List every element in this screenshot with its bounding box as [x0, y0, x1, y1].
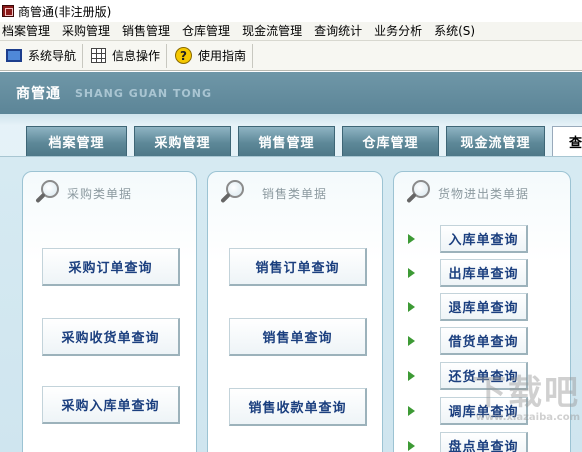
list-item: 出库单查询: [408, 259, 528, 287]
brand-name-cn: 商管通: [16, 86, 61, 102]
menu-bar: 档案管理 采购管理 销售管理 仓库管理 现金流管理 查询统计 业务分析 系统(S…: [0, 22, 582, 41]
stock-panel-header: 货物进出类单据: [404, 178, 529, 208]
menu-warehouse[interactable]: 仓库管理: [176, 22, 236, 41]
monitor-icon: [6, 49, 22, 62]
purchase-panel: 采购类单据 采购订单查询 采购收货单查询 采购入库单查询: [22, 171, 197, 452]
arrow-right-icon: [408, 268, 415, 278]
user-guide-button[interactable]: ? 使用指南: [173, 43, 254, 68]
sales-payment-query-button[interactable]: 销售收款单查询: [229, 388, 367, 426]
inventory-check-query-button[interactable]: 盘点单查询: [440, 432, 528, 452]
magnifier-icon: [404, 178, 434, 208]
menu-system[interactable]: 系统(S): [428, 22, 481, 41]
purchase-order-query-button[interactable]: 采购订单查询: [42, 248, 180, 286]
menu-sales[interactable]: 销售管理: [116, 22, 176, 41]
tab-query[interactable]: 查: [552, 126, 582, 156]
brand-name-en: SHANG GUAN TONG: [75, 86, 212, 100]
magnifier-icon: [218, 178, 248, 208]
list-item: 入库单查询: [408, 225, 528, 253]
tab-cashflow[interactable]: 现金流管理: [446, 126, 545, 156]
sales-order-query-button[interactable]: 销售订单查询: [229, 248, 367, 286]
sub-bar: [0, 114, 582, 126]
user-guide-label: 使用指南: [198, 49, 247, 63]
purchase-panel-title: 采购类单据: [67, 186, 133, 201]
watermark-main: 下载吧: [472, 373, 580, 413]
tab-sales[interactable]: 销售管理: [238, 126, 335, 156]
sales-panel: 销售类单据 销售订单查询 销售单查询 销售收款单查询: [207, 171, 383, 452]
tab-archive[interactable]: 档案管理: [26, 126, 127, 156]
inbound-query-button[interactable]: 入库单查询: [440, 225, 528, 253]
grid-icon: [91, 48, 107, 63]
borrow-query-button[interactable]: 借货单查询: [440, 327, 528, 355]
info-operation-label: 信息操作: [112, 49, 161, 63]
arrow-right-icon: [408, 441, 415, 451]
menu-query[interactable]: 查询统计: [308, 22, 368, 41]
app-icon: [2, 5, 14, 17]
menu-cashflow[interactable]: 现金流管理: [236, 22, 308, 41]
purchase-inbound-query-button[interactable]: 采购入库单查询: [42, 386, 180, 424]
purchase-panel-header: 采购类单据: [33, 178, 132, 208]
outbound-query-button[interactable]: 出库单查询: [440, 259, 528, 287]
brand-bar: 商管通 SHANG GUAN TONG: [0, 72, 582, 114]
menu-purchase[interactable]: 采购管理: [56, 22, 116, 41]
arrow-right-icon: [408, 234, 415, 244]
sales-bill-query-button[interactable]: 销售单查询: [229, 318, 367, 356]
help-icon: ?: [175, 47, 193, 64]
toolbar: 系统导航 信息操作 ? 使用指南: [0, 41, 582, 71]
menu-analysis[interactable]: 业务分析: [368, 22, 428, 41]
list-item: 退库单查询: [408, 293, 528, 321]
system-nav-button[interactable]: 系统导航: [4, 43, 84, 68]
arrow-right-icon: [408, 336, 415, 346]
list-item: 调库单查询: [408, 397, 528, 425]
purchase-receipt-query-button[interactable]: 采购收货单查询: [42, 318, 180, 356]
arrow-right-icon: [408, 406, 415, 416]
return-query-button[interactable]: 退库单查询: [440, 293, 528, 321]
info-operation-button[interactable]: 信息操作: [89, 43, 168, 68]
tab-warehouse[interactable]: 仓库管理: [342, 126, 439, 156]
title-bar: 商管通(非注册版): [0, 0, 582, 22]
stock-panel-title: 货物进出类单据: [438, 186, 530, 201]
system-nav-label: 系统导航: [28, 49, 77, 63]
magnifier-icon: [33, 178, 63, 208]
sales-panel-title: 销售类单据: [262, 186, 328, 201]
arrow-right-icon: [408, 371, 415, 381]
watermark-sub: www.xiazaiba.com: [475, 412, 580, 423]
module-tabs: 档案管理 采购管理 销售管理 仓库管理 现金流管理 查: [26, 126, 582, 156]
list-item: 还货单查询: [408, 362, 528, 390]
arrow-right-icon: [408, 302, 415, 312]
list-item: 借货单查询: [408, 327, 528, 355]
sales-panel-header: 销售类单据: [218, 178, 327, 208]
tab-purchase[interactable]: 采购管理: [134, 126, 231, 156]
menu-archive[interactable]: 档案管理: [0, 22, 56, 41]
watermark: 下载吧 www.xiazaiba.com: [462, 365, 580, 435]
list-item: 盘点单查询: [408, 432, 528, 452]
window-title: 商管通(非注册版): [18, 4, 112, 19]
